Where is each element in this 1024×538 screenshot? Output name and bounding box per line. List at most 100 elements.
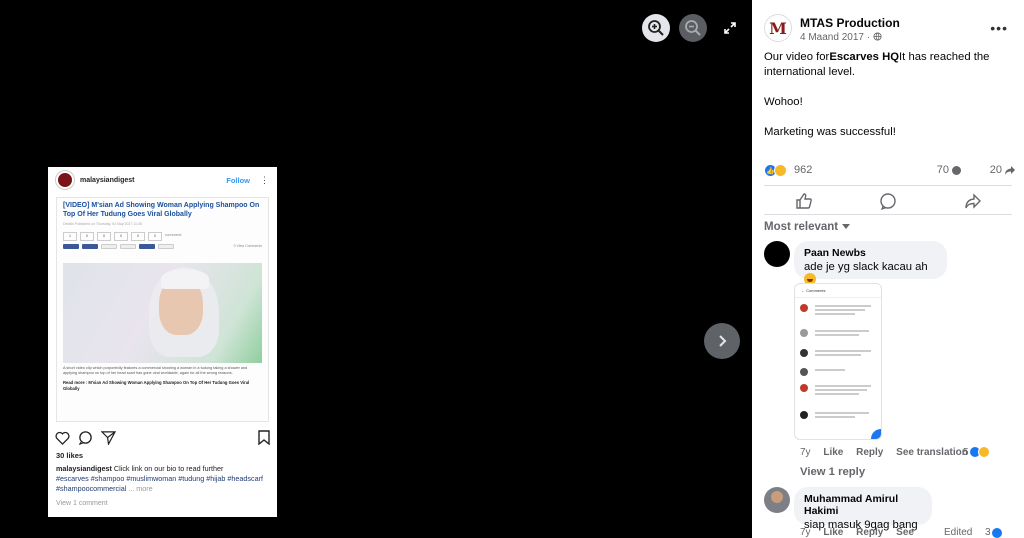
share-count: 0 [131,232,145,241]
attachment-line [815,309,865,311]
reaction-icons[interactable]: 👍 [764,164,787,177]
heart-icon [55,431,70,445]
comment-age[interactable]: 7y [800,527,811,538]
attachment-line [815,330,869,332]
attachment-line [815,313,855,315]
share-count: 0 [148,232,162,241]
comments-count-value: 70 [936,164,949,176]
share-count-icon [1005,165,1015,175]
comment-button-icon[interactable] [879,192,897,210]
view-replies-link[interactable]: View 1 reply [800,466,865,478]
comment-sort-dropdown[interactable]: Most relevant [764,221,851,233]
bookmark-icon [258,430,270,445]
shared-photo: malaysiandigest Follow ⋮ [VIDEO] M'sian … [48,167,277,517]
ig-caption-user: malaysiandigest [56,464,112,473]
comment-reactions[interactable]: 3 [985,527,1003,538]
attachment-line [815,385,871,387]
send-icon [101,431,116,445]
attachment-avatar [800,329,808,337]
attachment-title: Comments [806,288,826,293]
attachment-line [815,412,869,414]
comment-reaction-count: 3 [985,527,991,538]
next-photo-button[interactable] [704,323,740,359]
attachment-line [815,305,871,307]
attachment-corner [871,429,881,439]
share-buttons: 0 View Comments [63,244,262,249]
page-avatar[interactable]: M [764,14,792,42]
attachment-line [815,354,861,356]
comment-avatar[interactable] [764,487,790,513]
comment-meta: 7y Like Reply See translation [800,447,978,458]
comment-reply-link[interactable]: Reply [856,447,883,458]
ig-view-comment: View 1 comment [56,500,108,507]
divider [764,214,1012,215]
more-options-icon[interactable]: ••• [990,20,1008,36]
comment-meta: 7y Like Reply See [800,527,924,538]
comment-like-link[interactable]: Like [823,527,843,538]
article-read-more: Read more : M'sian Ad Showing Woman Appl… [63,380,250,391]
zoom-in-icon [648,20,664,36]
comment-author[interactable]: Muhammad Amirul Hakimi [804,493,922,517]
share-pill [120,244,136,249]
share-pill [63,244,79,249]
share-label: comment [165,232,182,237]
page-name[interactable]: MTAS Production [800,16,900,30]
expand-icon [724,22,736,34]
article-caption: A short video clip which purportedly fea… [63,366,248,375]
share-count: 0 [80,232,94,241]
zoom-in-button[interactable] [642,14,670,42]
comments-count[interactable]: 70 [937,164,962,176]
comment-avatar[interactable] [764,241,790,267]
attachment-line [815,393,859,395]
see-translation-link[interactable]: See [896,527,914,538]
comment-text-value: ade je yg slack kacau ah [804,261,928,273]
post-line-3: Marketing was successful! [764,126,896,138]
ig-more-icon: ⋮ [260,174,269,185]
attachment-header: ← Comments [795,284,881,298]
ig-header: malaysiandigest Follow ⋮ [48,167,277,193]
share-counts: 1 0 0 0 0 0 comment [63,232,262,241]
post-line-1: Our video forEscarves HQIt has reached t… [764,50,1014,80]
see-translation-link[interactable]: See translation [896,447,968,458]
post-stats: 👍 962 70 20 [764,164,1016,178]
post-text: Our video forEscarves HQIt has reached t… [764,50,1014,140]
post-text-bold[interactable]: Escarves HQ [829,51,899,63]
attachment-avatar [800,349,808,357]
article-meta: Details Published on Thursday, 04 May 20… [63,222,142,226]
attachment-line [815,416,855,418]
attachment-avatar [800,368,808,376]
ig-likes: 30 likes [56,451,84,460]
shares-count[interactable]: 20 [990,164,1016,176]
post-date[interactable]: 4 Maand 2017 · [800,32,900,43]
ig-actions [48,422,277,445]
reactions-count[interactable]: 962 [794,164,812,176]
share-button-icon[interactable] [964,192,982,210]
globe-icon [873,32,882,41]
ig-caption-text: Click link on our bio to read further [111,464,224,473]
comment-reactions[interactable]: 5 [963,446,990,458]
post-date-text: 4 Maand 2017 · [800,32,873,43]
comment-text: ade je yg slack kacau ah [804,261,937,286]
attachment-line [815,350,871,352]
attachment-line [815,369,845,371]
ig-follow-link: Follow [226,175,250,185]
like-reaction-icon [990,527,1003,538]
ig-more: ... more [128,484,153,493]
comment-author[interactable]: Paan Newbs [804,247,937,259]
zoom-out-button[interactable] [679,14,707,42]
shower-cap-shape [161,269,209,289]
photo-viewer: malaysiandigest Follow ⋮ [VIDEO] M'sian … [0,0,752,538]
comment-age[interactable]: 7y [800,447,811,458]
sort-label: Most relevant [764,221,839,233]
like-button-icon[interactable] [795,192,813,210]
view-comments: 0 View Comments [233,244,262,248]
expand-button[interactable] [716,14,744,42]
edited-label: Edited [944,527,973,538]
post-header: M MTAS Production 4 Maand 2017 · [764,14,900,43]
attachment-line [815,389,867,391]
comment-reply-link[interactable]: Reply [856,527,883,538]
comment-attachment-image[interactable]: ← Comments [794,283,882,440]
comment-count-icon [952,165,961,175]
comment-like-link[interactable]: Like [823,447,843,458]
